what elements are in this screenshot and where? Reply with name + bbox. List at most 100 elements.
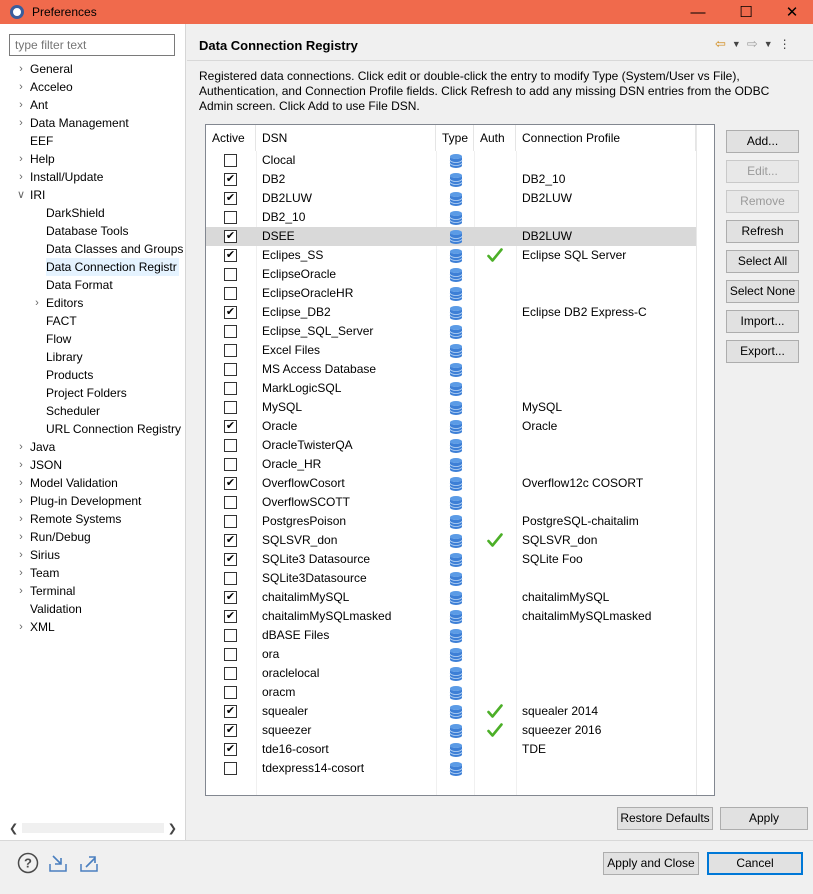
active-checkbox[interactable] xyxy=(224,762,237,775)
tree-item[interactable]: URL Connection Registry xyxy=(0,420,186,438)
column-header-auth[interactable]: Auth xyxy=(474,125,516,151)
table-row[interactable]: Clocal xyxy=(206,151,696,170)
chevron-right-icon[interactable]: › xyxy=(16,492,26,510)
chevron-right-icon[interactable]: › xyxy=(16,150,26,168)
chevron-right-icon[interactable]: › xyxy=(16,510,26,528)
tree-item[interactable]: › Plug-in Development xyxy=(0,492,186,510)
chevron-right-icon[interactable]: › xyxy=(16,114,26,132)
remove-button[interactable]: Remove xyxy=(726,190,799,213)
active-checkbox[interactable] xyxy=(224,268,237,281)
active-checkbox[interactable]: ✔ xyxy=(224,553,237,566)
table-row[interactable]: PostgresPoison PostgreSQL-chaitalim xyxy=(206,512,696,531)
help-icon[interactable]: ? xyxy=(17,852,39,874)
chevron-right-icon[interactable]: › xyxy=(32,294,42,312)
tree-item[interactable]: Data Classes and Groups xyxy=(0,240,186,258)
tree-item[interactable]: › Acceleo xyxy=(0,78,186,96)
table-row[interactable]: DB2_10 xyxy=(206,208,696,227)
import-button[interactable]: Import... xyxy=(726,310,799,333)
active-checkbox[interactable]: ✔ xyxy=(224,192,237,205)
tree-item[interactable]: EEF xyxy=(0,132,186,150)
table-row[interactable]: tdexpress14-cosort xyxy=(206,759,696,778)
add-button[interactable]: Add... xyxy=(726,130,799,153)
tree-item[interactable]: › Team xyxy=(0,564,186,582)
import-preferences-icon[interactable] xyxy=(47,852,69,874)
apply-button[interactable]: Apply xyxy=(720,807,808,830)
active-checkbox[interactable] xyxy=(224,458,237,471)
close-button[interactable]: ✕ xyxy=(769,0,813,24)
refresh-button[interactable]: Refresh xyxy=(726,220,799,243)
table-row[interactable]: MarkLogicSQL xyxy=(206,379,696,398)
tree-item[interactable]: › Ant xyxy=(0,96,186,114)
table-row[interactable]: Oracle_HR xyxy=(206,455,696,474)
table-row[interactable]: MySQL MySQL xyxy=(206,398,696,417)
scroll-track[interactable] xyxy=(22,823,164,833)
tree-item[interactable]: › Remote Systems xyxy=(0,510,186,528)
tree-item[interactable]: › XML xyxy=(0,618,186,636)
table-row[interactable]: ✔ Oracle Oracle xyxy=(206,417,696,436)
active-checkbox[interactable]: ✔ xyxy=(224,306,237,319)
tree-item[interactable]: › Model Validation xyxy=(0,474,186,492)
active-checkbox[interactable] xyxy=(224,401,237,414)
table-row[interactable]: ✔ Eclipes_SS Eclipse SQL Server xyxy=(206,246,696,265)
table-row[interactable]: ✔ DB2LUW DB2LUW xyxy=(206,189,696,208)
tree-item[interactable]: › Terminal xyxy=(0,582,186,600)
chevron-right-icon[interactable]: › xyxy=(16,438,26,456)
active-checkbox[interactable] xyxy=(224,667,237,680)
column-header-dsn[interactable]: DSN xyxy=(256,125,436,151)
chevron-right-icon[interactable]: › xyxy=(16,528,26,546)
select-none-button[interactable]: Select None xyxy=(726,280,799,303)
table-row[interactable]: Excel Files xyxy=(206,341,696,360)
column-header-active[interactable]: Active xyxy=(206,125,256,151)
table-row[interactable]: ✔ SQLite3 Datasource SQLite Foo xyxy=(206,550,696,569)
tree-item[interactable]: Database Tools xyxy=(0,222,186,240)
active-checkbox[interactable] xyxy=(224,648,237,661)
active-checkbox[interactable] xyxy=(224,572,237,585)
table-row[interactable]: ora xyxy=(206,645,696,664)
active-checkbox[interactable] xyxy=(224,382,237,395)
connections-table[interactable]: Active DSN Type Auth Connection Profile … xyxy=(205,124,715,796)
edit-button[interactable]: Edit... xyxy=(726,160,799,183)
active-checkbox[interactable] xyxy=(224,515,237,528)
tree-item[interactable]: Data Connection Registr xyxy=(0,258,186,276)
apply-and-close-button[interactable]: Apply and Close xyxy=(603,852,699,875)
maximize-button[interactable]: ☐ xyxy=(723,0,769,24)
tree-item[interactable]: › Run/Debug xyxy=(0,528,186,546)
active-checkbox[interactable]: ✔ xyxy=(224,591,237,604)
tree-item[interactable]: Validation xyxy=(0,600,186,618)
table-row[interactable]: ✔ DB2 DB2_10 xyxy=(206,170,696,189)
export-preferences-icon[interactable] xyxy=(78,852,100,874)
active-checkbox[interactable]: ✔ xyxy=(224,534,237,547)
active-checkbox[interactable]: ✔ xyxy=(224,230,237,243)
tree-item[interactable]: › General xyxy=(0,60,186,78)
tree-item[interactable]: › Editors xyxy=(0,294,186,312)
back-arrow-icon[interactable]: ⇦ xyxy=(715,36,726,52)
table-row[interactable]: ✔ Eclipse_DB2 Eclipse DB2 Express-C xyxy=(206,303,696,322)
tree-item[interactable]: Scheduler xyxy=(0,402,186,420)
active-checkbox[interactable] xyxy=(224,325,237,338)
scroll-left-icon[interactable]: ❮ xyxy=(9,822,18,835)
active-checkbox[interactable] xyxy=(224,629,237,642)
chevron-right-icon[interactable]: › xyxy=(16,546,26,564)
active-checkbox[interactable]: ✔ xyxy=(224,724,237,737)
table-row[interactable]: ✔ squeezer squeezer 2016 xyxy=(206,721,696,740)
table-row[interactable]: oraclelocal xyxy=(206,664,696,683)
table-row[interactable]: ✔ squealer squealer 2014 xyxy=(206,702,696,721)
view-menu-icon[interactable]: ⋮ xyxy=(779,37,791,51)
chevron-right-icon[interactable]: › xyxy=(16,96,26,114)
chevron-right-icon[interactable]: › xyxy=(16,60,26,78)
active-checkbox[interactable] xyxy=(224,439,237,452)
tree-item[interactable]: Data Format xyxy=(0,276,186,294)
tree-item[interactable]: › Install/Update xyxy=(0,168,186,186)
tree-item[interactable]: › JSON xyxy=(0,456,186,474)
tree-item[interactable]: ∨ IRI xyxy=(0,186,186,204)
tree-item[interactable]: › Java xyxy=(0,438,186,456)
table-row[interactable]: oracm xyxy=(206,683,696,702)
chevron-right-icon[interactable]: › xyxy=(16,582,26,600)
tree-item[interactable]: DarkShield xyxy=(0,204,186,222)
tree-item[interactable]: › Help xyxy=(0,150,186,168)
active-checkbox[interactable] xyxy=(224,287,237,300)
column-header-profile[interactable]: Connection Profile xyxy=(516,125,696,151)
column-header-type[interactable]: Type xyxy=(436,125,474,151)
scroll-right-icon[interactable]: ❯ xyxy=(168,822,177,835)
tree-item[interactable]: › Data Management xyxy=(0,114,186,132)
